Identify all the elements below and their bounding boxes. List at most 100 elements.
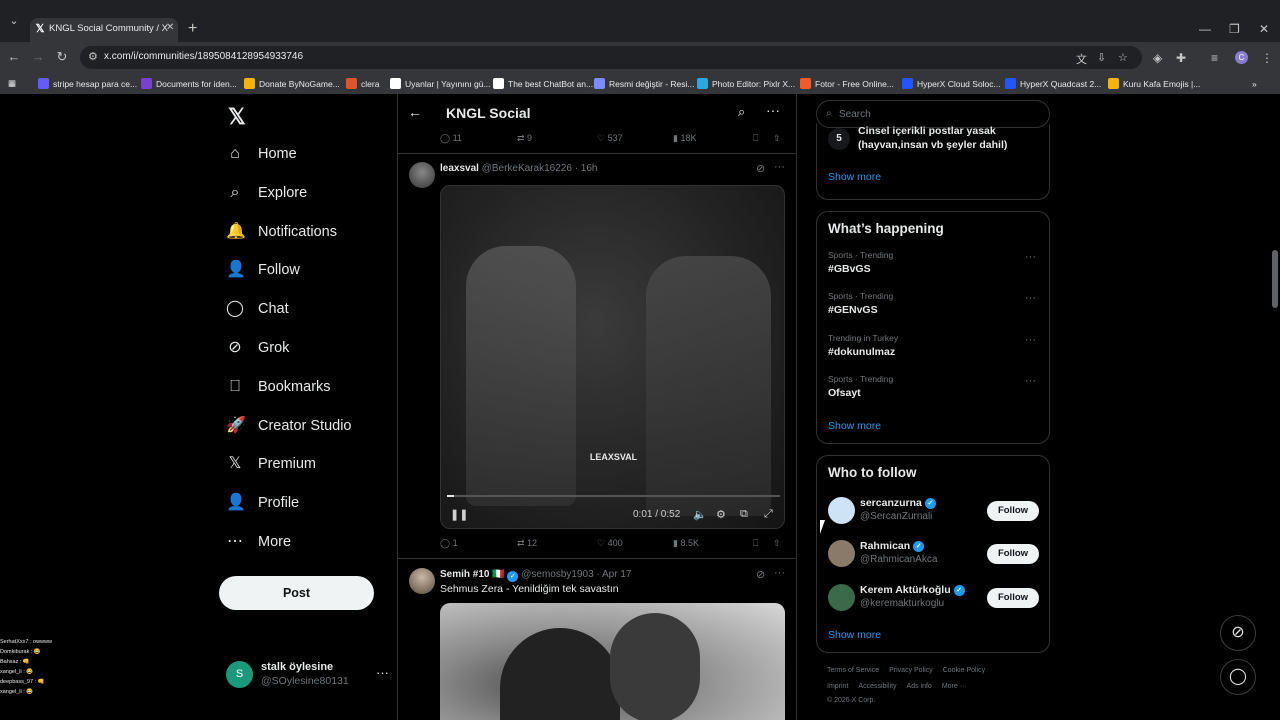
trend-name[interactable]: #dokunulmaz <box>828 346 895 358</box>
more-dots-icon[interactable]: ··· <box>1025 292 1036 304</box>
trend-name[interactable]: #GBvGS <box>828 263 871 275</box>
account-switcher[interactable]: S stalk öylesine @SOylesine80131 ··· <box>226 659 396 691</box>
tab-close-icon[interactable]: ✕ <box>166 22 174 33</box>
author-name[interactable]: Semih #10 🇮🇹 <box>440 569 505 580</box>
show-more-link[interactable]: Show more <box>828 171 881 183</box>
bookmark-item[interactable]: Resmi değiştir - Resi... <box>594 76 695 91</box>
restore-icon[interactable]: ❐ <box>1229 22 1240 36</box>
reload-icon[interactable]: ↻ <box>53 48 71 66</box>
views-button[interactable]: ▮ 8.5K <box>673 538 699 549</box>
more-dots-icon[interactable]: ··· <box>774 567 785 579</box>
avatar[interactable] <box>409 568 435 594</box>
bookmark-item[interactable]: Photo Editor: Pixlr X... <box>697 76 795 91</box>
volume-icon[interactable]: 🔈 <box>693 508 707 521</box>
back-arrow-icon[interactable]: ← <box>408 104 422 120</box>
grok-fab-button[interactable]: ⊘ <box>1220 615 1256 651</box>
more-dots-icon[interactable]: ··· <box>1025 334 1036 346</box>
bookmark-item[interactable]: clera <box>346 76 379 91</box>
picture-in-picture-icon[interactable]: ⧉ <box>740 508 748 521</box>
bookmark-item[interactable]: HyperX Quadcast 2... <box>1005 76 1101 91</box>
tweet-image[interactable] <box>440 603 785 720</box>
nav-item-profile[interactable]: 👤 Profile <box>226 488 299 518</box>
chat-fab-button[interactable]: ◯ <box>1220 659 1256 695</box>
nav-item-grok[interactable]: ⊘ Grok <box>226 333 289 363</box>
more-dots-icon[interactable]: ··· <box>1025 375 1036 387</box>
show-more-link[interactable]: Show more <box>828 629 881 641</box>
address-bar[interactable]: ⚙ x.com/i/communities/189508412895493374… <box>80 46 1142 69</box>
nav-item-explore[interactable]: ⌕ Explore <box>226 178 308 208</box>
bookmark-item[interactable]: HyperX Cloud Soloc... <box>902 76 1001 91</box>
minimize-icon[interactable]: — <box>1199 22 1211 36</box>
bookmark-item[interactable]: Uyanlar | Yayınını gü... <box>390 76 491 91</box>
apps-grid-icon[interactable]: ▦ <box>8 76 16 91</box>
bookmark-item[interactable]: Fotor - Free Online... <box>800 76 894 91</box>
footer-link[interactable]: Ads info <box>907 683 932 690</box>
search-icon[interactable]: ⌕ <box>738 104 745 120</box>
bookmark-item[interactable]: Kuru Kafa Emojis |... <box>1108 76 1200 91</box>
trend-name[interactable]: #GENvGS <box>828 304 878 316</box>
reply-button[interactable]: ◯ 1 <box>440 538 458 549</box>
show-more-link[interactable]: Show more <box>828 420 881 432</box>
follow-button[interactable]: Follow <box>987 501 1039 521</box>
nav-item-follow[interactable]: 👤 Follow <box>226 255 300 285</box>
author-handle[interactable]: @semosby1903 · Apr 17 <box>521 569 631 580</box>
scrollbar-thumb[interactable] <box>1272 250 1278 308</box>
browser-profile-avatar[interactable]: C <box>1235 51 1248 64</box>
grok-icon[interactable]: ⊘ <box>756 162 765 175</box>
follow-button[interactable]: Follow <box>987 544 1039 565</box>
pause-icon[interactable]: ❚❚ <box>450 508 468 521</box>
forward-icon[interactable]: → <box>29 48 47 66</box>
browser-tab[interactable]: 𝕏 KNGL Social Community / X ✕ <box>30 18 178 42</box>
repost-button[interactable]: ⇄ 9 <box>517 133 532 144</box>
footer-link[interactable]: Imprint <box>827 683 848 690</box>
window-close-icon[interactable]: ✕ <box>1259 22 1269 36</box>
bookmark-icon[interactable]: ⎕ <box>753 133 758 144</box>
extensions-puzzle-icon[interactable]: ✚ <box>1176 51 1186 65</box>
bookmark-item[interactable]: The best ChatBot an... <box>493 76 593 91</box>
nav-item-bookmarks[interactable]: ⎕ Bookmarks <box>226 372 330 402</box>
avatar[interactable] <box>828 583 855 611</box>
video-progress-bar[interactable] <box>447 495 780 497</box>
back-icon[interactable]: ← <box>5 48 23 66</box>
bookmarks-overflow-icon[interactable]: » <box>1252 76 1257 91</box>
avatar[interactable] <box>409 162 435 188</box>
media-controls-icon[interactable]: ≡ <box>1211 51 1218 65</box>
bookmark-item[interactable]: stripe hesap para ce... <box>38 76 137 91</box>
trend-name[interactable]: Ofsayt <box>828 387 861 399</box>
site-info-icon[interactable]: ⚙ <box>88 50 98 63</box>
reply-button[interactable]: ◯ 11 <box>440 133 462 144</box>
user-name[interactable]: Kerem Aktürkoğlu ✓ <box>860 584 965 596</box>
extension-icon[interactable]: ◈ <box>1153 51 1162 65</box>
browser-menu-icon[interactable]: ⋮ <box>1261 51 1273 65</box>
video-player[interactable]: LEAXSVAL ❚❚ 0:01 / 0:52 🔈 ⚙ ⧉ ⤢ <box>440 185 785 529</box>
x-logo-icon[interactable]: 𝕏 <box>228 104 246 130</box>
nav-item-notifications[interactable]: 🔔 Notifications <box>226 217 337 247</box>
more-dots-icon[interactable]: ··· <box>1025 251 1036 263</box>
bookmark-star-icon[interactable]: ☆ <box>1118 51 1128 64</box>
repost-button[interactable]: ⇄ 12 <box>517 538 537 549</box>
footer-link[interactable]: Cookie Policy <box>943 667 985 674</box>
views-button[interactable]: ▮ 18K <box>673 133 696 144</box>
nav-item-chat[interactable]: ◯ Chat <box>226 294 289 324</box>
nav-item-creator-studio[interactable]: 🚀 Creator Studio <box>226 411 352 441</box>
footer-link[interactable]: Accessibility <box>858 683 896 690</box>
bookmark-item[interactable]: Documents for iden... <box>141 76 237 91</box>
like-button[interactable]: ♡ 400 <box>597 538 623 549</box>
user-name[interactable]: Rahmican ✓ <box>860 540 925 553</box>
footer-link[interactable]: Privacy Policy <box>889 667 933 674</box>
more-dots-icon[interactable]: ··· <box>376 665 389 680</box>
nav-item-more[interactable]: ⋯ More <box>226 527 291 557</box>
nav-item-home[interactable]: ⌂ Home <box>226 139 297 169</box>
avatar[interactable] <box>828 497 855 524</box>
user-name[interactable]: sercanzurna ✓ <box>860 497 936 509</box>
footer-link[interactable]: Terms of Service <box>827 667 879 674</box>
more-dots-icon[interactable]: ··· <box>774 161 785 173</box>
follow-button[interactable]: Follow <box>987 587 1039 608</box>
settings-gear-icon[interactable]: ⚙ <box>716 508 726 521</box>
footer-link[interactable]: More ··· <box>942 683 967 690</box>
share-icon[interactable]: ⇧ <box>773 133 781 144</box>
avatar[interactable] <box>828 540 855 568</box>
author-name[interactable]: leaxsval <box>440 163 479 174</box>
new-tab-button[interactable]: + <box>188 20 197 38</box>
nav-item-premium[interactable]: 𝕏 Premium <box>226 449 316 479</box>
